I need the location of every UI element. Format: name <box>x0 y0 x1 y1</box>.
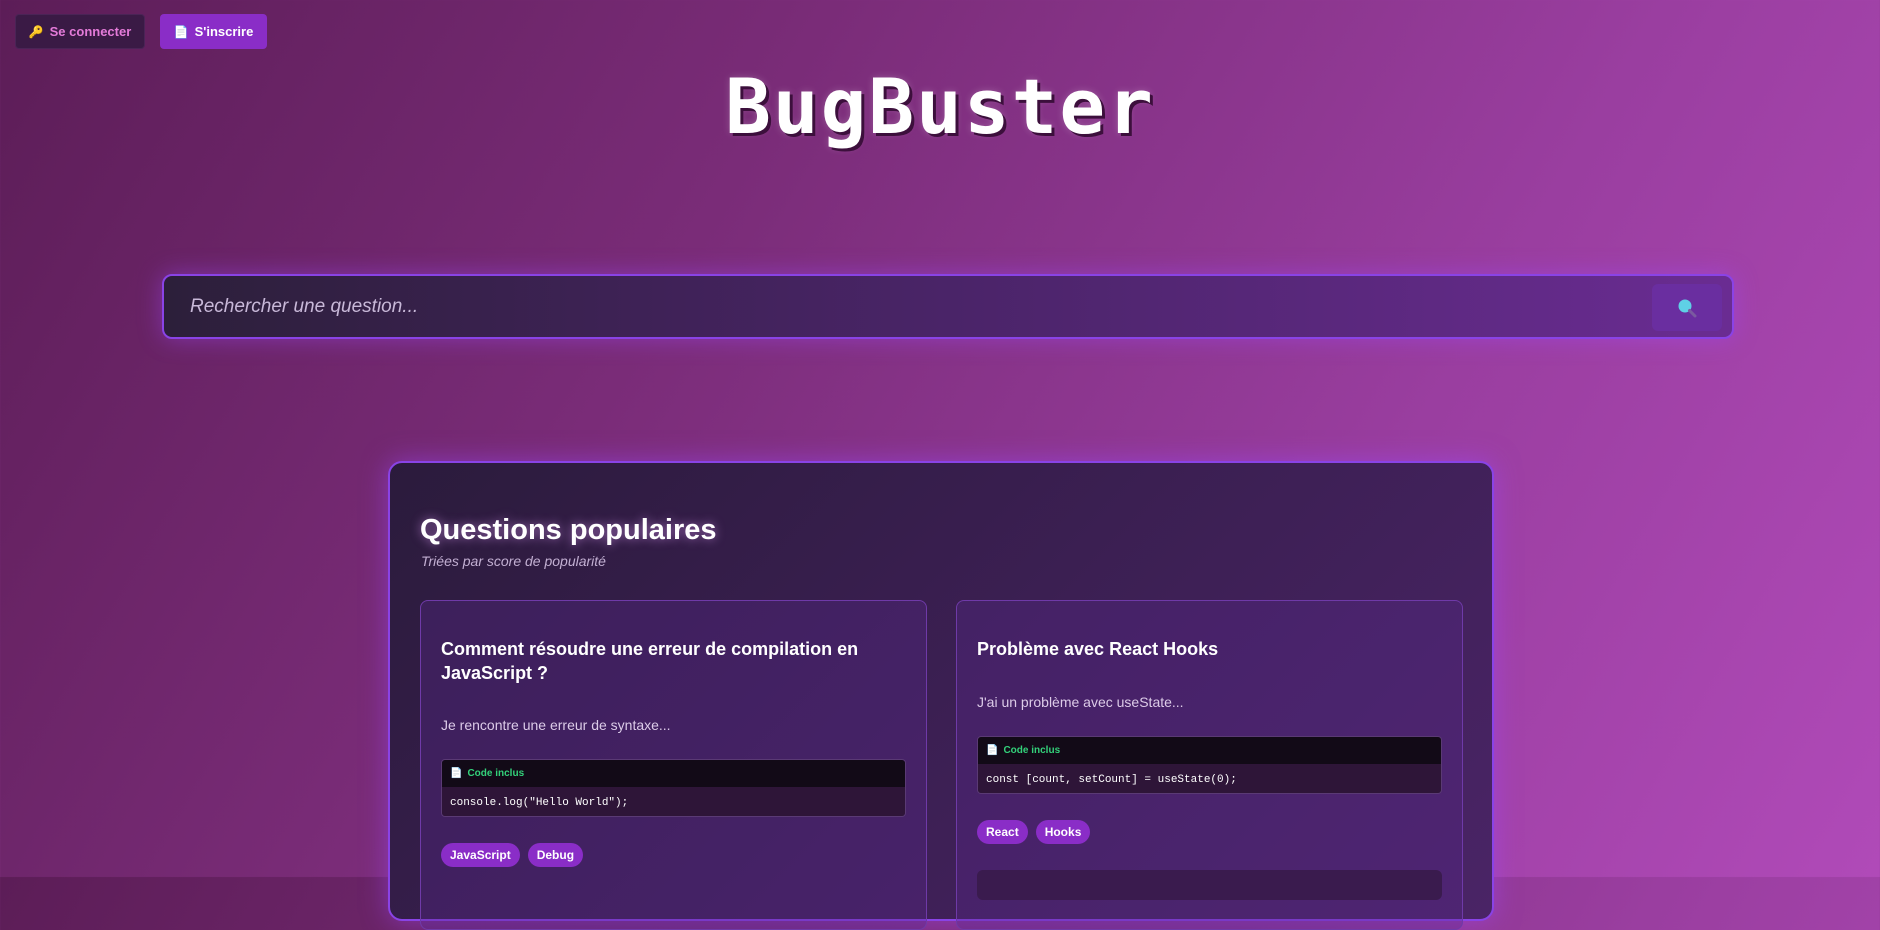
tag-list: JavaScript Debug <box>441 843 584 867</box>
search-icon <box>1678 299 1697 317</box>
search-input[interactable]: Rechercher une question... <box>190 276 418 337</box>
code-snippet: 📄 Code inclus console.log("Hello World")… <box>441 759 906 817</box>
document-icon: 📄 <box>986 745 999 756</box>
question-excerpt: Je rencontre une erreur de syntaxe... <box>441 717 671 733</box>
key-icon: 🔑 <box>28 24 44 39</box>
signup-label: S'inscrire <box>194 24 254 39</box>
code-header: 📄 Code inclus <box>442 760 905 787</box>
question-excerpt: J'ai un problème avec useState... <box>977 694 1184 710</box>
code-content: const [count, setCount] = useState(0); <box>978 764 1441 793</box>
login-button[interactable]: 🔑 Se connecter <box>15 14 145 49</box>
popular-questions-panel: Questions populaires Triées par score de… <box>388 461 1494 930</box>
question-card[interactable]: Problème avec React Hooks J'ai un problè… <box>956 600 1463 930</box>
question-title[interactable]: Comment résoudre une erreur de compilati… <box>441 637 901 685</box>
tag-hooks[interactable]: Hooks <box>1035 820 1091 844</box>
signup-button[interactable]: 📄 S'inscrire <box>160 14 267 49</box>
login-label: Se connecter <box>49 24 132 39</box>
card-footer-box <box>977 870 1442 900</box>
code-label: Code inclus <box>467 768 525 779</box>
search-bar: Rechercher une question... <box>162 274 1734 339</box>
search-button[interactable] <box>1652 284 1722 331</box>
question-card[interactable]: Comment résoudre une erreur de compilati… <box>420 600 927 930</box>
document-icon: 📄 <box>450 768 463 779</box>
tag-javascript[interactable]: JavaScript <box>441 843 520 867</box>
code-header: 📄 Code inclus <box>978 737 1441 764</box>
document-icon: 📄 <box>173 24 189 39</box>
question-title[interactable]: Problème avec React Hooks <box>977 637 1437 661</box>
panel-subtitle: Triées par score de popularité <box>421 553 606 569</box>
site-logo: BugBuster <box>725 62 1155 151</box>
tag-list: React Hooks <box>977 820 1091 844</box>
code-content: console.log("Hello World"); <box>442 787 905 816</box>
code-label: Code inclus <box>1003 745 1061 756</box>
panel-title: Questions populaires <box>420 514 717 546</box>
tag-debug[interactable]: Debug <box>527 843 584 867</box>
code-snippet: 📄 Code inclus const [count, setCount] = … <box>977 736 1442 794</box>
tag-react[interactable]: React <box>977 820 1028 844</box>
